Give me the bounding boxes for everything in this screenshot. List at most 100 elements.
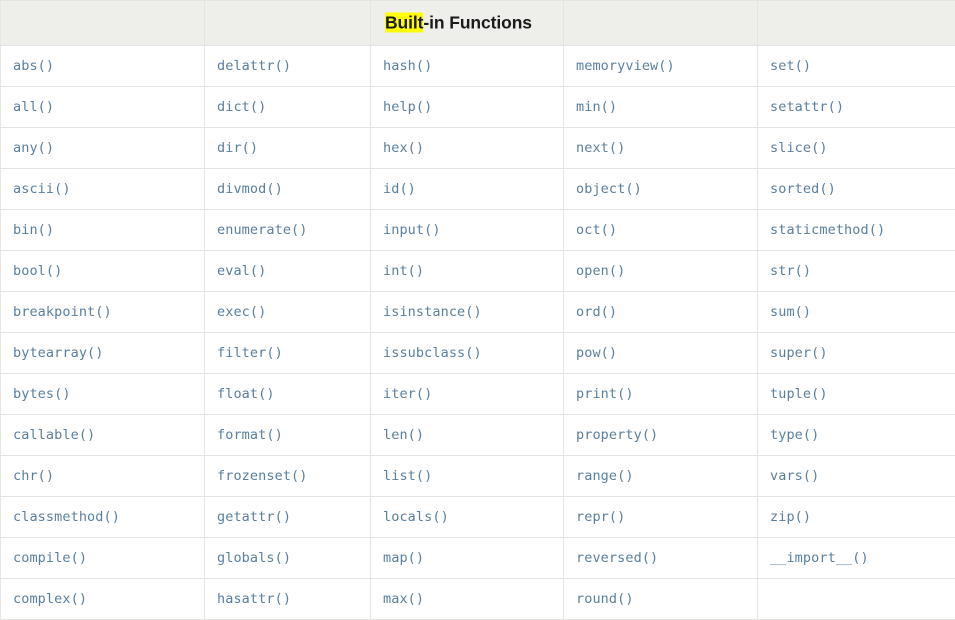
table-row: bytes() float() iter() print() tuple(): [1, 374, 955, 415]
function-link[interactable]: locals(): [383, 509, 449, 525]
function-link[interactable]: next(): [576, 140, 625, 156]
table-cell: divmod(): [205, 169, 371, 210]
function-link[interactable]: getattr(): [217, 509, 291, 525]
function-link[interactable]: tuple(): [770, 386, 828, 402]
function-link[interactable]: setattr(): [770, 99, 844, 115]
function-link[interactable]: enumerate(): [217, 222, 308, 238]
function-link[interactable]: iter(): [383, 386, 432, 402]
function-link[interactable]: sum(): [770, 304, 811, 320]
function-link[interactable]: __import__(): [770, 550, 869, 566]
table-cell: filter(): [205, 333, 371, 374]
function-link[interactable]: any(): [13, 140, 54, 156]
function-link[interactable]: max(): [383, 591, 424, 607]
table-cell: staticmethod(): [758, 210, 955, 251]
table-cell: frozenset(): [205, 456, 371, 497]
function-link[interactable]: complex(): [13, 591, 87, 607]
function-link[interactable]: type(): [770, 427, 819, 443]
table-row: ascii() divmod() id() object() sorted(): [1, 169, 955, 210]
table-cell: iter(): [371, 374, 564, 415]
function-link[interactable]: divmod(): [217, 181, 283, 197]
table-cell: int(): [371, 251, 564, 292]
function-link[interactable]: isinstance(): [383, 304, 482, 320]
table-cell: repr(): [564, 497, 758, 538]
function-link[interactable]: delattr(): [217, 58, 291, 74]
function-link[interactable]: super(): [770, 345, 828, 361]
table-cell: breakpoint(): [1, 292, 205, 333]
function-link[interactable]: object(): [576, 181, 642, 197]
function-link[interactable]: dict(): [217, 99, 266, 115]
function-link[interactable]: compile(): [13, 550, 87, 566]
table-cell: callable(): [1, 415, 205, 456]
function-link[interactable]: int(): [383, 263, 424, 279]
function-link[interactable]: set(): [770, 58, 811, 74]
function-link[interactable]: issubclass(): [383, 345, 482, 361]
table-row: complex() hasattr() max() round(): [1, 579, 955, 620]
function-link[interactable]: vars(): [770, 468, 819, 484]
table-cell: bytes(): [1, 374, 205, 415]
function-link[interactable]: all(): [13, 99, 54, 115]
function-link[interactable]: globals(): [217, 550, 291, 566]
function-link[interactable]: bin(): [13, 222, 54, 238]
table-cell: len(): [371, 415, 564, 456]
table-cell: abs(): [1, 46, 205, 87]
page-title-rest: -in Functions: [423, 13, 532, 33]
table-cell: type(): [758, 415, 955, 456]
table-cell: object(): [564, 169, 758, 210]
function-link[interactable]: callable(): [13, 427, 95, 443]
function-link[interactable]: exec(): [217, 304, 266, 320]
function-link[interactable]: format(): [217, 427, 283, 443]
function-link[interactable]: hex(): [383, 140, 424, 156]
function-link[interactable]: memoryview(): [576, 58, 675, 74]
function-link[interactable]: min(): [576, 99, 617, 115]
table-cell: open(): [564, 251, 758, 292]
function-link[interactable]: zip(): [770, 509, 811, 525]
table-row: compile() globals() map() reversed() __impor…: [1, 538, 955, 579]
function-link[interactable]: len(): [383, 427, 424, 443]
table-cell: locals(): [371, 497, 564, 538]
function-link[interactable]: filter(): [217, 345, 283, 361]
function-link[interactable]: staticmethod(): [770, 222, 885, 238]
table-cell: id(): [371, 169, 564, 210]
function-link[interactable]: print(): [576, 386, 634, 402]
function-link[interactable]: help(): [383, 99, 432, 115]
function-link[interactable]: range(): [576, 468, 634, 484]
function-link[interactable]: str(): [770, 263, 811, 279]
function-link[interactable]: reversed(): [576, 550, 658, 566]
function-link[interactable]: bytes(): [13, 386, 71, 402]
function-link[interactable]: open(): [576, 263, 625, 279]
function-link[interactable]: round(): [576, 591, 634, 607]
table-header: Built-in Functions: [1, 1, 955, 46]
function-link[interactable]: dir(): [217, 140, 258, 156]
function-link[interactable]: map(): [383, 550, 424, 566]
function-link[interactable]: bytearray(): [13, 345, 104, 361]
function-link[interactable]: abs(): [13, 58, 54, 74]
table-cell: bool(): [1, 251, 205, 292]
function-link[interactable]: list(): [383, 468, 432, 484]
function-link[interactable]: classmethod(): [13, 509, 120, 525]
table-cell: __import__(): [758, 538, 955, 579]
function-link[interactable]: bool(): [13, 263, 62, 279]
function-link[interactable]: oct(): [576, 222, 617, 238]
function-link[interactable]: property(): [576, 427, 658, 443]
table-cell: eval(): [205, 251, 371, 292]
header-cell-2: [205, 1, 371, 46]
function-link[interactable]: ord(): [576, 304, 617, 320]
function-link[interactable]: ascii(): [13, 181, 71, 197]
function-link[interactable]: input(): [383, 222, 441, 238]
table-cell: property(): [564, 415, 758, 456]
function-link[interactable]: chr(): [13, 468, 54, 484]
function-link[interactable]: slice(): [770, 140, 828, 156]
function-link[interactable]: sorted(): [770, 181, 836, 197]
function-link[interactable]: id(): [383, 181, 416, 197]
function-link[interactable]: float(): [217, 386, 275, 402]
function-link[interactable]: frozenset(): [217, 468, 308, 484]
table-cell: dict(): [205, 87, 371, 128]
function-link[interactable]: breakpoint(): [13, 304, 112, 320]
function-link[interactable]: repr(): [576, 509, 625, 525]
table-cell: exec(): [205, 292, 371, 333]
function-link[interactable]: pow(): [576, 345, 617, 361]
table-cell: print(): [564, 374, 758, 415]
function-link[interactable]: hasattr(): [217, 591, 291, 607]
function-link[interactable]: hash(): [383, 58, 432, 74]
function-link[interactable]: eval(): [217, 263, 266, 279]
